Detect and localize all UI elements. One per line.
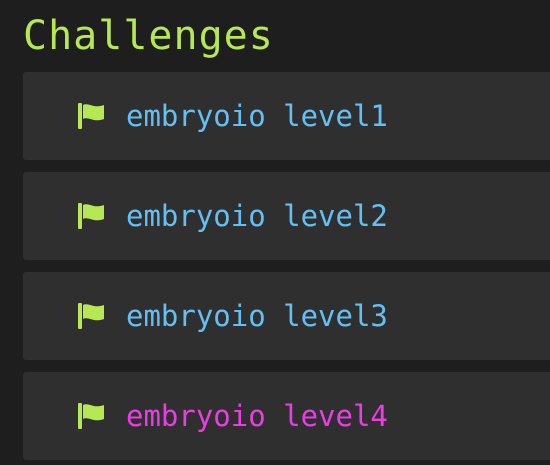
- flag-icon: [78, 303, 104, 329]
- challenge-link-level2[interactable]: embryoio level2: [126, 199, 388, 233]
- challenge-link-level4[interactable]: embryoio level4: [126, 399, 388, 433]
- challenge-item-level4[interactable]: embryoio level4: [23, 372, 550, 460]
- challenge-list: embryoio level1 embryoio level2 embryoio…: [23, 72, 550, 465]
- flag-icon: [78, 103, 104, 129]
- challenge-item-level2[interactable]: embryoio level2: [23, 172, 550, 260]
- challenge-item-level3[interactable]: embryoio level3: [23, 272, 550, 360]
- challenge-link-level3[interactable]: embryoio level3: [126, 299, 388, 333]
- flag-icon: [78, 203, 104, 229]
- page-title: Challenges: [23, 13, 274, 59]
- flag-icon: [78, 403, 104, 429]
- challenge-link-level1[interactable]: embryoio level1: [126, 99, 388, 133]
- challenge-item-level1[interactable]: embryoio level1: [23, 72, 550, 160]
- page: Challenges embryoio level1 embryoio leve…: [0, 0, 550, 465]
